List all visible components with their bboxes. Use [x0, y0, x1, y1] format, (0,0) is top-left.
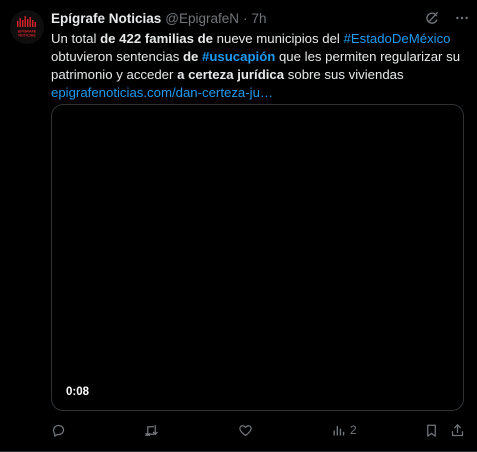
like-button[interactable] — [238, 420, 253, 440]
avatar[interactable]: EPÍGRAFE NOTICIAS — [10, 10, 44, 44]
timestamp[interactable]: 7h — [252, 10, 267, 28]
text-bold: de 422 familias de — [100, 31, 214, 46]
article-link[interactable]: epigrafenoticias.com/dan-certeza-ju… — [51, 85, 273, 100]
retweet-button[interactable] — [144, 420, 159, 440]
text-segment: sobre sus viviendas — [284, 67, 404, 82]
views-icon — [333, 425, 345, 435]
bookmark-button[interactable] — [424, 420, 439, 440]
share-icon — [451, 423, 464, 436]
more-icon[interactable] — [453, 9, 471, 27]
logo-line-2: NOTICIAS — [18, 34, 36, 38]
text-segment: obtuvieron sentencias — [51, 49, 183, 64]
video-duration: 0:08 — [66, 386, 90, 398]
author-handle[interactable]: @EpigrafeN — [165, 10, 239, 28]
header-actions — [423, 9, 471, 27]
separator-dot: · — [243, 11, 248, 26]
epigrafe-logo: EPÍGRAFE NOTICIAS — [17, 16, 37, 38]
tweet-body: Epígrafe Noticias @EpigrafeN · 7h Un tot… — [51, 10, 468, 411]
share-button[interactable] — [450, 420, 465, 440]
views-button[interactable]: 2 — [331, 420, 357, 440]
tweet-text: Un total de 422 familias de nueve munici… — [51, 30, 465, 102]
text-segment: Un total — [51, 31, 101, 46]
retweet-icon — [145, 424, 158, 436]
tweet-header: Epígrafe Noticias @EpigrafeN · 7h — [51, 10, 468, 28]
text-segment: nueve municipios del — [213, 31, 344, 46]
bookmark-icon — [427, 424, 436, 437]
video-player[interactable]: 0:08 — [51, 104, 464, 411]
views-count: 2 — [350, 423, 357, 437]
hashtag-estadodemexico[interactable]: #EstadoDeMéxico — [344, 31, 451, 46]
text-bold: de — [182, 49, 203, 64]
like-icon — [239, 424, 252, 436]
text-bold: a certeza jurídica — [177, 67, 285, 82]
grok-icon[interactable] — [423, 9, 441, 27]
hashtag-usucapion[interactable]: #usucapión — [202, 49, 275, 64]
reply-icon — [52, 424, 65, 437]
tweet-actions: 2 — [51, 420, 465, 440]
tweet[interactable]: EPÍGRAFE NOTICIAS Epígrafe Noticias @Epi… — [0, 0, 477, 452]
reply-button[interactable] — [51, 420, 66, 440]
author-name[interactable]: Epígrafe Noticias — [51, 10, 161, 28]
